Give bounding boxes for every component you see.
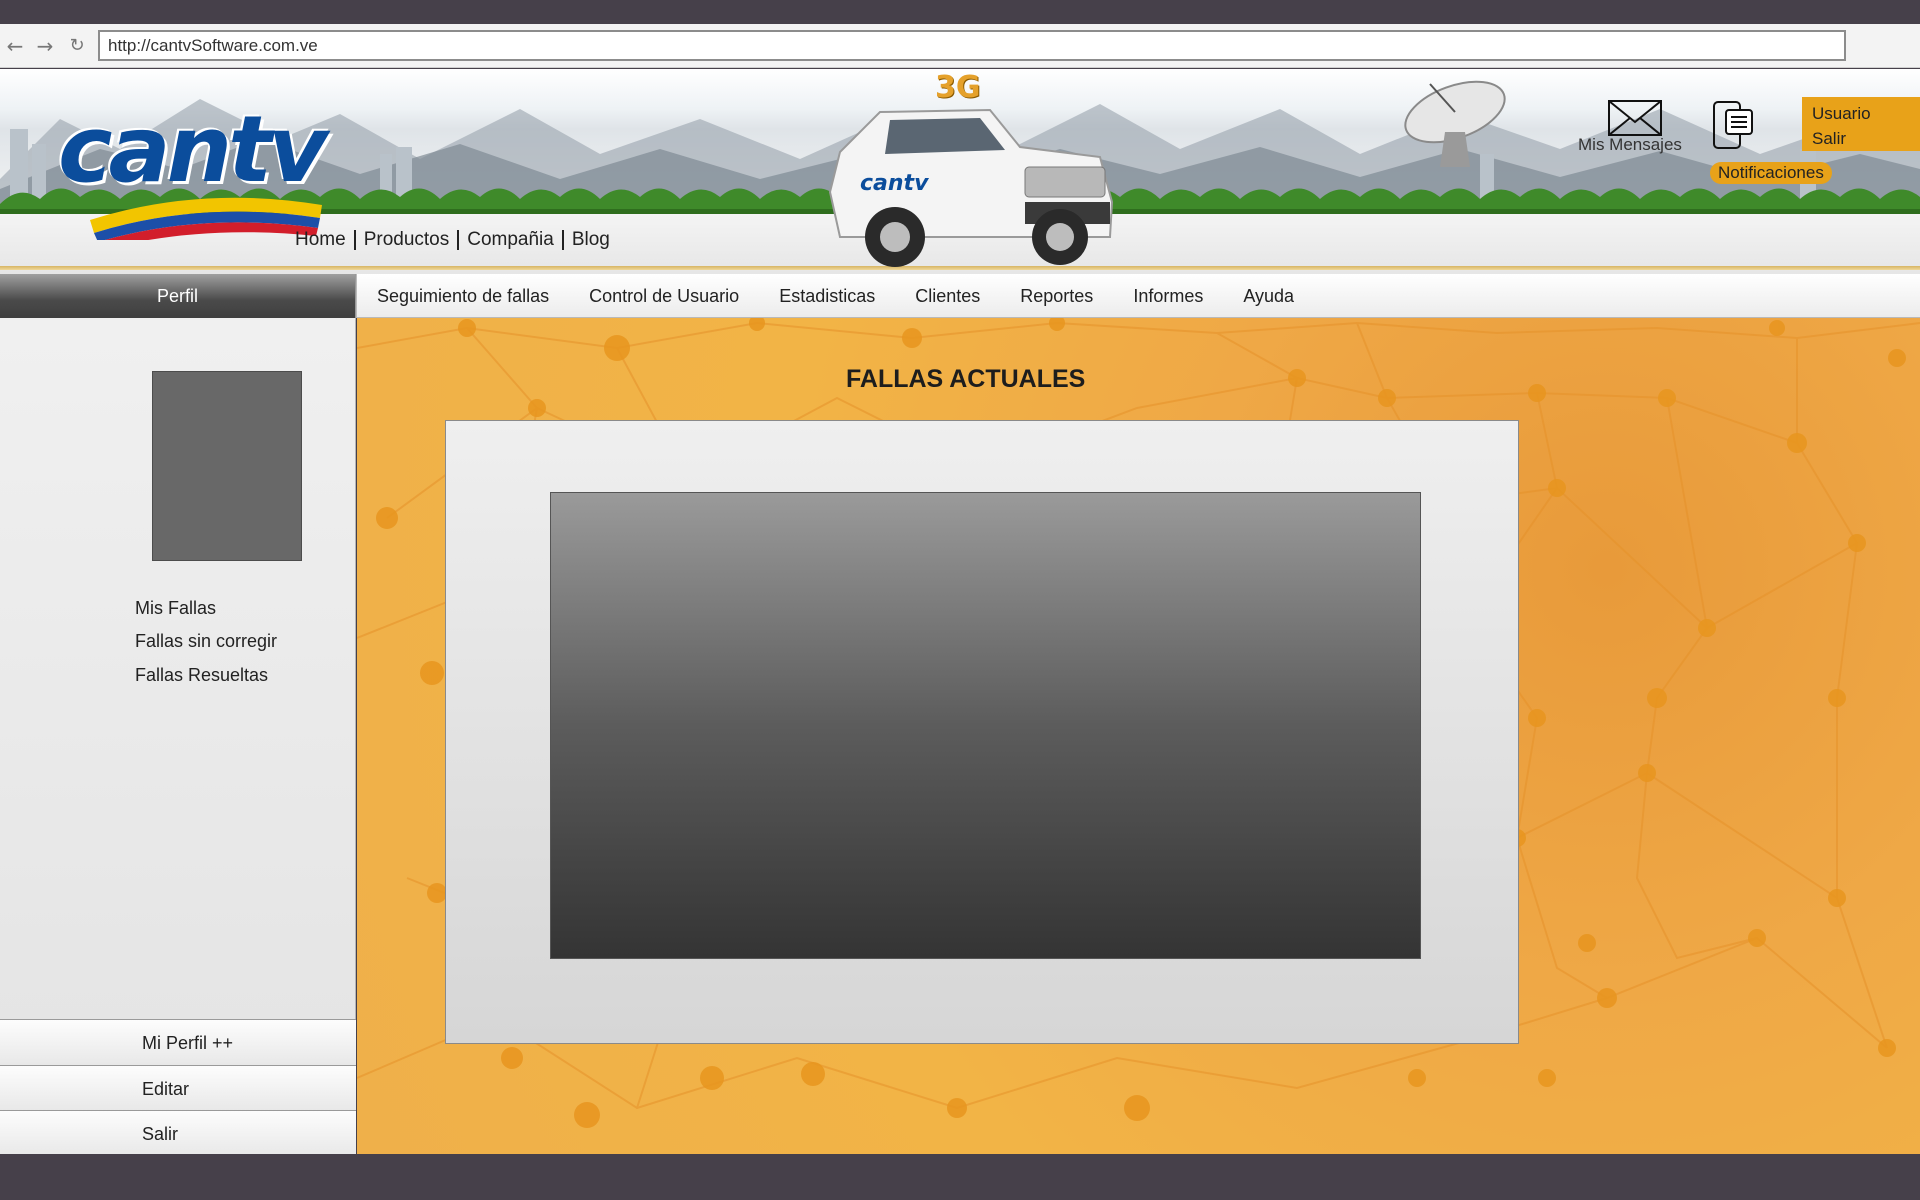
window-top-bar — [0, 0, 1920, 24]
main-menu: Seguimiento de fallas Control de Usuario… — [356, 274, 1314, 318]
menu-ayuda[interactable]: Ayuda — [1223, 274, 1314, 318]
messages-label[interactable]: Mis Mensajes — [1578, 135, 1682, 155]
satellite-dish-image — [1404, 80, 1506, 167]
nav-separator — [457, 230, 460, 250]
address-bar[interactable]: http://cantvSoftware.com.ve — [98, 30, 1846, 61]
logo-wordmark: cantv — [58, 96, 328, 203]
envelope-icon[interactable] — [1608, 100, 1662, 136]
phone-notification-icon[interactable] — [1712, 100, 1756, 152]
truck-image: cantv — [828, 108, 1114, 267]
svg-text:cantv: cantv — [860, 171, 929, 196]
tab-perfil[interactable]: Perfil — [0, 274, 356, 318]
mi-perfil-button[interactable]: Mi Perfil ++ — [0, 1019, 356, 1065]
top-navigation: Home Productos Compañia Blog — [295, 229, 610, 251]
nav-productos[interactable]: Productos — [364, 229, 450, 251]
editar-button[interactable]: Editar — [0, 1065, 356, 1111]
nav-home[interactable]: Home — [295, 229, 346, 251]
menu-control-de-usuario[interactable]: Control de Usuario — [569, 274, 759, 318]
salir-button[interactable]: Salir — [0, 1110, 356, 1156]
sidebar-link-fallas-sin-corregir[interactable]: Fallas sin corregir — [135, 631, 277, 652]
menu-seguimiento-de-fallas[interactable]: Seguimiento de fallas — [357, 274, 569, 318]
avatar — [152, 371, 302, 561]
nav-compania[interactable]: Compañia — [467, 229, 554, 251]
menu-estadisticas[interactable]: Estadisticas — [759, 274, 895, 318]
sidebar-link-mis-fallas[interactable]: Mis Fallas — [135, 598, 216, 619]
menu-reportes[interactable]: Reportes — [1000, 274, 1113, 318]
sidebar-link-fallas-resueltas[interactable]: Fallas Resueltas — [135, 665, 268, 686]
cantv-logo[interactable]: cantv — [50, 90, 330, 240]
forward-arrow-icon[interactable]: → — [34, 35, 56, 57]
nav-separator — [353, 230, 356, 250]
user-menu: Usuario Salir — [1802, 97, 1920, 151]
back-arrow-icon[interactable]: ← — [4, 35, 26, 57]
browser-toolbar: ← → ↻ http://cantvSoftware.com.ve — [0, 24, 1920, 68]
menu-informes[interactable]: Informes — [1113, 274, 1223, 318]
user-link[interactable]: Usuario — [1812, 101, 1910, 126]
notifications-button[interactable]: Notificaciones — [1710, 162, 1832, 184]
reload-icon[interactable]: ↻ — [66, 35, 88, 57]
nav-separator — [561, 230, 564, 250]
media-placeholder[interactable] — [550, 492, 1421, 959]
menu-clientes[interactable]: Clientes — [895, 274, 1000, 318]
logout-link[interactable]: Salir — [1812, 126, 1910, 151]
nav-blog[interactable]: Blog — [572, 229, 610, 251]
page-title: FALLAS ACTUALES — [846, 365, 1086, 393]
window-bottom-bar — [0, 1154, 1920, 1200]
